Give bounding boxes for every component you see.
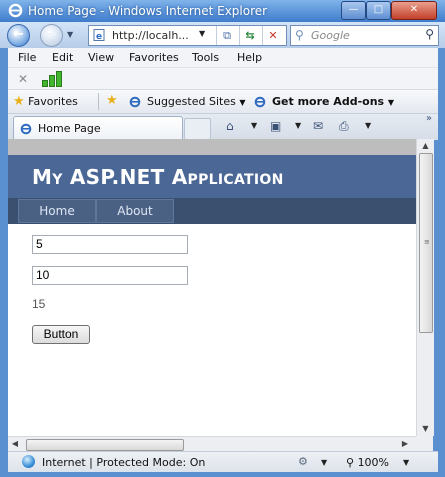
stop-icon[interactable]: ✕ [262,26,283,45]
suggested-sites-link[interactable]: Suggested Sites ▼ [147,95,245,108]
back-button[interactable]: ← [7,24,30,47]
recent-pages-dropdown-icon[interactable]: ▼ [67,30,73,39]
ie-logo-icon [8,3,23,18]
url-text[interactable]: http://localh... [112,29,189,42]
page-content: My ASP.NET Application Home About 5 10 1… [8,139,416,436]
maximize-button[interactable]: □ [366,1,391,20]
title-bar: Home Page - Windows Internet Explorer — … [0,0,445,22]
url-box[interactable]: e http://localh... ▼ ⧉ ⇆ ✕ [88,25,287,46]
close-button[interactable]: ✕ [391,1,437,20]
scrollbar-corner [416,436,433,451]
ie-page-icon [254,96,266,108]
add-to-favorites-bar-icon[interactable]: ★ [106,93,118,108]
zoom-value: 100% [357,456,390,469]
chevron-down-icon[interactable]: ▼ [365,121,371,130]
result-label: 15 [32,297,46,311]
print-icon[interactable]: ⎙ [339,119,349,134]
refresh-icon[interactable]: ⇆ [239,26,260,45]
new-tab-button[interactable] [184,118,211,140]
browser-window: Home Page - Windows Internet Explorer — … [0,0,445,477]
scroll-up-icon[interactable]: ▲ [417,139,434,153]
favorites-star-icon: ★ [13,94,25,109]
horizontal-scroll-thumb[interactable] [26,439,184,451]
favorites-label: Favorites [28,95,78,108]
close-toolbar-icon[interactable]: ✕ [18,72,28,86]
search-box[interactable]: ⚲ Google ⚲ [290,25,439,46]
favorites-button[interactable]: ★ Favorites [13,94,78,109]
site-title: My ASP.NET Application [32,165,284,189]
first-number-textbox[interactable]: 5 [32,235,188,254]
chevron-down-icon[interactable]: ▼ [403,458,409,467]
signal-bar [56,71,62,87]
grip-icon: ≡ [424,238,430,246]
menu-favorites[interactable]: Favorites [129,51,179,64]
menu-bar: File Edit View Favorites Tools Help [8,48,438,67]
security-status-icon[interactable]: ⚙ [298,455,308,468]
page-top-band [8,139,416,155]
get-addons-label: Get more Add-ons [272,95,385,108]
tab-home-page[interactable]: Home Page [13,116,183,140]
minimize-button[interactable]: — [341,1,366,20]
signal-bar [49,75,55,87]
globe-icon [22,455,35,468]
ie-page-icon [129,96,141,108]
signal-bar [42,80,48,87]
vertical-scroll-thumb[interactable]: ≡ [419,153,433,333]
horizontal-scrollbar[interactable]: ◀ ▶ [8,436,416,452]
compatibility-view-icon[interactable]: ⧉ [216,26,237,45]
suggested-sites-label: Suggested Sites [147,95,236,108]
search-input[interactable]: Google [311,29,350,42]
zoom-level[interactable]: ⚲ 100% [346,456,389,469]
search-provider-icon: ⚲ [295,28,304,42]
chevron-down-icon[interactable]: ▼ [251,121,257,130]
submit-button[interactable]: Button [32,325,90,344]
read-mail-icon[interactable]: ✉ [313,119,323,133]
window-title: Home Page - Windows Internet Explorer [28,4,268,18]
nav-home-link[interactable]: Home [18,199,96,223]
search-icon[interactable]: ⚲ [425,27,434,41]
svg-text:e: e [96,32,102,41]
menu-tools[interactable]: Tools [192,51,219,64]
divider [98,93,99,110]
chevron-down-icon: ▼ [239,98,246,107]
second-number-textbox[interactable]: 10 [32,266,188,285]
vertical-scrollbar[interactable]: ▲ ≡ ▼ [416,139,434,436]
menu-help[interactable]: Help [237,51,262,64]
signal-bars-icon [42,71,64,87]
address-bar: ← → ▼ e http://localh... ▼ ⧉ ⇆ ✕ ⚲ Googl… [0,22,445,48]
chevron-down-icon[interactable]: ▼ [321,458,327,467]
toolbar-strip: ✕ [8,67,438,90]
scroll-down-icon[interactable]: ▼ [417,422,434,436]
more-tools-chevron-icon[interactable]: » [426,113,432,124]
scroll-right-icon[interactable]: ▶ [398,437,412,451]
ie-page-icon [20,123,32,135]
menu-view[interactable]: View [88,51,114,64]
back-arrow-icon: ← [13,27,24,42]
site-nav: Home About [8,198,416,224]
home-icon[interactable]: ⌂ [226,119,234,133]
chevron-down-icon: ▼ [387,98,395,107]
status-zone-text[interactable]: Internet | Protected Mode: On [42,456,205,469]
tab-row: Home Page ⌂ ▼ ▣ ▼ ✉ ⎙ ▼ » [8,113,438,140]
get-addons-link[interactable]: Get more Add-ons ▼ [272,95,394,108]
chevron-down-icon[interactable]: ▼ [295,121,301,130]
status-bar: Internet | Protected Mode: On ⚙ ▼ ⚲ 100%… [8,451,438,472]
forward-button[interactable]: → [40,24,63,47]
menu-edit[interactable]: Edit [52,51,73,64]
favorites-bar: ★ Favorites ★ Suggested Sites ▼ Get more… [8,89,438,114]
tab-label: Home Page [38,122,101,135]
page-icon: e [93,29,105,41]
nav-about-link[interactable]: About [96,199,174,223]
url-dropdown-icon[interactable]: ▼ [199,29,205,38]
forward-arrow-icon: → [46,27,57,42]
menu-file[interactable]: File [18,51,36,64]
feeds-icon[interactable]: ▣ [270,119,281,133]
scroll-left-icon[interactable]: ◀ [8,437,22,451]
site-header: My ASP.NET Application [8,155,416,198]
